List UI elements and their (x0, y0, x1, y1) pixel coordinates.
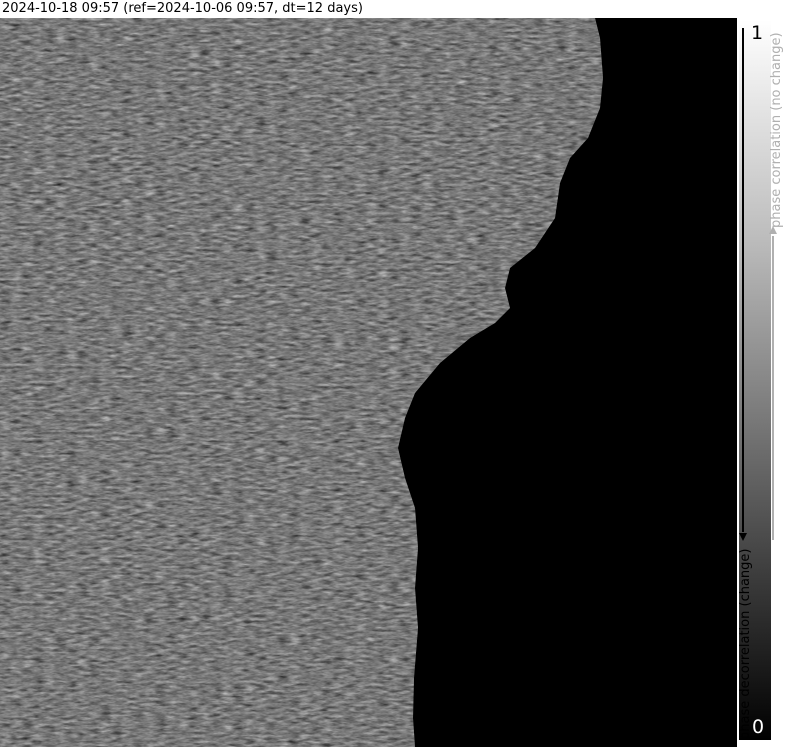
title-bar: 2024-10-18 09:57 (ref=2024-10-06 09:57, … (0, 0, 785, 18)
colorbar-top-label: phase correlation (no change) (769, 32, 784, 228)
correlation-map (0, 18, 737, 747)
arrow-up-icon (772, 236, 774, 540)
arrowhead-down-icon (739, 533, 747, 541)
colorbar-bottom-label: phase decorrelation (change) (738, 548, 753, 740)
colorbar-min-label: 0 (752, 716, 765, 738)
correlation-map-image (0, 18, 737, 747)
image-title: 2024-10-18 09:57 (ref=2024-10-06 09:57, … (2, 1, 363, 16)
arrow-down-icon (742, 28, 744, 532)
colorbar-max-label: 1 (751, 22, 764, 44)
colorbar: 1 0 phase correlation (no change) phase … (737, 18, 785, 747)
